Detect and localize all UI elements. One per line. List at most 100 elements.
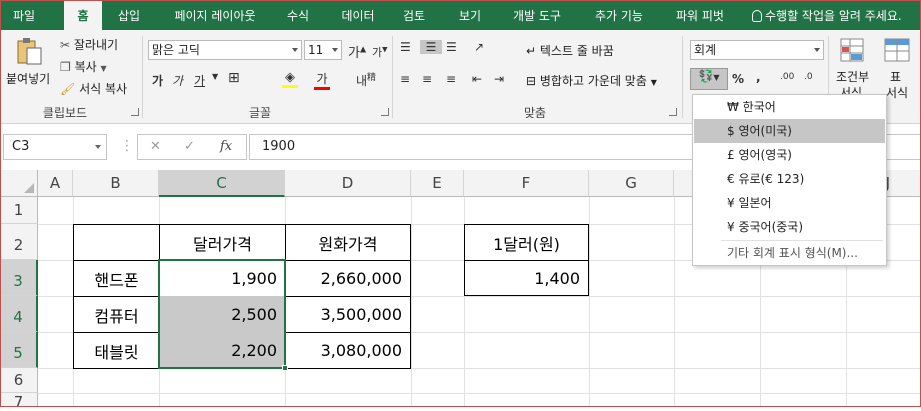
row-header-6[interactable]: 6 [0, 368, 38, 393]
cell-d5[interactable]: 3,080,000 [285, 332, 411, 369]
column-header-f[interactable]: F [464, 170, 589, 197]
menu-item-english-us[interactable]: $ 영어(미국) [694, 119, 885, 143]
tab-developer[interactable]: 개발 도구 [502, 0, 572, 30]
italic-button[interactable]: 가 [172, 72, 183, 89]
row-header-4[interactable]: 4 [0, 296, 38, 332]
tab-formulas[interactable]: 수식 [276, 0, 320, 30]
shrink-font-button[interactable]: 가▼ [372, 44, 388, 60]
accounting-format-button[interactable]: 💱▼ [690, 68, 728, 90]
bold-button[interactable]: 가 [152, 72, 163, 89]
tab-page-layout[interactable]: 페이지 레이아웃 [160, 0, 270, 30]
phonetic-button[interactable]: 내精 [356, 70, 376, 89]
accounting-format-menu: ₩ 한국어 $ 영어(미국) £ 영어(영국) € 유로(€ 123) ¥ 일본… [692, 94, 887, 266]
menu-item-english-uk[interactable]: £ 영어(영국) [694, 143, 885, 167]
number-format-combo[interactable]: 회계 [690, 40, 824, 60]
row-header-3[interactable]: 3 [0, 260, 38, 296]
selection-border [158, 259, 286, 369]
name-box[interactable]: C3 [3, 134, 107, 160]
comma-button[interactable]: , [756, 70, 761, 84]
fill-color-icon[interactable]: ◈ [282, 70, 298, 88]
cut-button[interactable]: ✂ 잘라내기 [60, 36, 118, 53]
wrap-text-label: 텍스트 줄 바꿈 [539, 44, 614, 58]
menu-item-korean[interactable]: ₩ 한국어 [694, 95, 885, 119]
cancel-icon[interactable]: ✕ [150, 139, 161, 154]
cell-d3[interactable]: 2,660,000 [285, 260, 411, 297]
copy-dropdown-icon[interactable]: ▼ [101, 64, 107, 73]
underline-dropdown-icon[interactable]: ▼ [212, 72, 218, 81]
cell-b2[interactable] [73, 224, 160, 261]
tab-home[interactable]: 홈 [64, 0, 102, 30]
font-size-combo[interactable]: 11 [304, 40, 342, 60]
paste-button[interactable]: 붙여넣기 [6, 70, 50, 87]
chevron-down-icon [814, 48, 820, 52]
column-header-a[interactable]: A [38, 170, 73, 197]
column-header-c[interactable]: C [159, 170, 285, 197]
menu-item-euro[interactable]: € 유로(€ 123) [694, 167, 885, 191]
tab-review[interactable]: 검토 [392, 0, 436, 30]
underline-button[interactable]: 가 [194, 72, 205, 89]
cell-d4[interactable]: 3,500,000 [285, 296, 411, 333]
border-icon[interactable]: ⊞ [228, 70, 240, 86]
fill-handle[interactable] [282, 365, 288, 371]
cell-b5[interactable]: 태블릿 [73, 332, 160, 369]
tell-me-box[interactable]: 수행할 작업을 알려 주세요. [752, 0, 902, 30]
middle-align-icon[interactable]: ☰ [420, 40, 442, 54]
merge-dropdown-icon[interactable]: ▼ [651, 78, 657, 87]
paste-icon[interactable] [14, 36, 44, 66]
top-align-icon[interactable]: ☰ [400, 40, 411, 54]
table-format-icon[interactable] [882, 36, 912, 66]
row-header-7[interactable]: 7 [0, 393, 38, 411]
align-center-icon[interactable]: ≡ [422, 72, 432, 86]
row-header-2[interactable]: 2 [0, 224, 38, 260]
bottom-align-icon[interactable]: ☰ [446, 40, 457, 54]
format-painter-button[interactable]: 🖌 서식 복사 [60, 80, 127, 97]
insert-function-icon[interactable]: fx [220, 139, 232, 154]
tab-power-pivot[interactable]: 파워 피벗 [664, 0, 736, 30]
align-right-icon[interactable]: ≡ [446, 72, 456, 86]
orientation-icon[interactable]: ↗ [474, 40, 484, 54]
column-header-g[interactable]: G [589, 170, 674, 197]
formula-bar-grip-icon: ⋮ [120, 138, 134, 154]
clipboard-launcher-icon[interactable] [131, 108, 139, 116]
decrease-indent-icon[interactable]: ⇤ [472, 72, 482, 86]
tab-file[interactable]: 파일 [0, 0, 48, 30]
tab-insert[interactable]: 삽입 [108, 0, 150, 30]
alignment-launcher-icon[interactable] [669, 108, 677, 116]
row-header-5[interactable]: 5 [0, 332, 38, 368]
number-format-value: 회계 [694, 43, 717, 57]
cell-d2[interactable]: 원화가격 [285, 224, 411, 261]
conditional-format-icon[interactable] [838, 36, 868, 66]
grow-font-button[interactable]: 가▲ [348, 42, 366, 61]
menu-item-more-formats[interactable]: 기타 회계 표시 형식(M)... [694, 241, 885, 265]
conditional-format-label[interactable]: 조건부 [836, 68, 869, 85]
wrap-text-button[interactable]: ↵ 텍스트 줄 바꿈 [526, 42, 614, 59]
select-all-button[interactable] [0, 170, 38, 197]
tab-view[interactable]: 보기 [448, 0, 492, 30]
cell-b3[interactable]: 핸드폰 [73, 260, 160, 297]
merge-center-button[interactable]: ⊟ 병합하고 가운데 맞춤 ▼ [526, 72, 657, 89]
column-header-e[interactable]: E [411, 170, 464, 197]
menu-item-chinese[interactable]: ¥ 중국어(중국) [694, 215, 885, 239]
menu-item-japanese[interactable]: ¥ 일본어 [694, 191, 885, 215]
font-color-button[interactable]: 가 [314, 70, 330, 90]
decrease-decimal-icon[interactable]: .0 [804, 72, 813, 82]
cell-f3[interactable]: 1,400 [464, 260, 589, 296]
increase-decimal-icon[interactable]: .00 [780, 72, 794, 82]
tab-data[interactable]: 데이터 [330, 0, 386, 30]
enter-icon[interactable]: ✓ [184, 139, 195, 154]
copy-button[interactable]: ❐ 복사 ▼ [60, 58, 107, 75]
font-launcher-icon[interactable] [381, 108, 389, 116]
increase-indent-icon[interactable]: ⇥ [494, 72, 504, 86]
align-left-icon[interactable]: ≡ [400, 72, 410, 86]
percent-button[interactable]: % [732, 72, 744, 86]
table-format-label[interactable]: 표 [890, 68, 901, 85]
cell-b4[interactable]: 컴퓨터 [73, 296, 160, 333]
column-header-b[interactable]: B [73, 170, 159, 197]
font-name-combo[interactable]: 맑은 고딕 [148, 40, 302, 60]
column-header-d[interactable]: D [285, 170, 411, 197]
tab-add-ins[interactable]: 추가 기능 [584, 0, 654, 30]
row-header-1[interactable]: 1 [0, 197, 38, 224]
cell-f2[interactable]: 1달러(원) [464, 224, 589, 261]
cut-label: 잘라내기 [73, 38, 119, 52]
cell-c2[interactable]: 달러가격 [159, 224, 286, 261]
